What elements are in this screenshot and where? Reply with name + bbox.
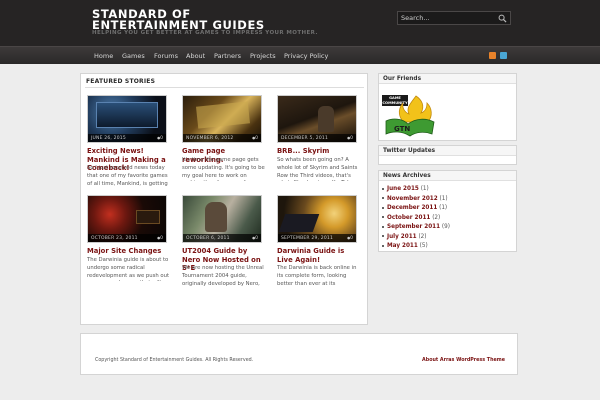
thumbnail-caption-bar: DECEMBER 5, 2011 0 bbox=[278, 134, 356, 142]
featured-stories-heading: FEATURED STORIES bbox=[86, 78, 156, 85]
nav-item-about[interactable]: About bbox=[186, 52, 205, 60]
archive-count: (2) bbox=[418, 233, 427, 240]
archive-link[interactable]: December 2011 bbox=[387, 205, 437, 211]
post-excerpt: So whats been going on? A whole lot of S… bbox=[277, 157, 358, 181]
archive-link[interactable]: November 2012 bbox=[387, 196, 438, 202]
comment-count[interactable]: 0 bbox=[252, 136, 258, 141]
news-archives-heading: News Archives bbox=[379, 171, 516, 181]
thumbnail-caption-bar: OCTOBER 23, 2011 0 bbox=[88, 234, 166, 242]
twitter-icon[interactable] bbox=[500, 52, 507, 59]
archive-count: (2) bbox=[432, 214, 441, 221]
our-friends-widget: Our Friends GAME COMMUNITY GTN bbox=[378, 73, 517, 141]
nav-item-partners[interactable]: Partners bbox=[214, 52, 241, 60]
news-archives-widget: News Archives June 2015 (1) November 201… bbox=[378, 170, 517, 252]
thumbnail-caption-bar: JUNE 26, 2015 0 bbox=[88, 134, 166, 142]
post-date: JUNE 26, 2015 bbox=[91, 136, 126, 141]
post-excerpt: So I just received news today that one o… bbox=[87, 165, 168, 187]
svg-text:GTN: GTN bbox=[394, 125, 410, 133]
archive-item: December 2011 (1) bbox=[382, 204, 450, 214]
divider bbox=[85, 87, 364, 88]
post-thumbnail[interactable]: OCTOBER 6, 2011 0 bbox=[182, 195, 262, 243]
site-footer: Copyright Standard of Entertainment Guid… bbox=[80, 333, 518, 375]
archive-item: June 2015 (1) bbox=[382, 185, 450, 195]
post-title[interactable]: Major Site Changes bbox=[87, 247, 171, 256]
post-excerpt: The Darwinia guide is about to undergo s… bbox=[87, 257, 170, 281]
post-excerpt: The Darwinia is back online in its compl… bbox=[277, 265, 357, 287]
archive-item: September 2011 (9) bbox=[382, 223, 450, 233]
archive-item: May 2011 (5) bbox=[382, 242, 450, 252]
post-date: SEPTEMBER 29, 2011 bbox=[281, 236, 334, 241]
post-thumbnail[interactable]: OCTOBER 23, 2011 0 bbox=[87, 195, 167, 243]
rss-icon[interactable] bbox=[489, 52, 496, 59]
post-title[interactable]: Darwinia Guide is Live Again! bbox=[277, 247, 361, 264]
nav-item-home[interactable]: Home bbox=[94, 52, 113, 60]
post-excerpt: It's time the game page gets some updati… bbox=[182, 157, 265, 181]
flame-emblem-icon: GTN bbox=[385, 95, 435, 137]
archive-list: June 2015 (1) November 2012 (1) December… bbox=[382, 185, 450, 252]
search-input[interactable] bbox=[398, 12, 496, 24]
nav-item-forums[interactable]: Forums bbox=[154, 52, 178, 60]
post-date: OCTOBER 23, 2011 bbox=[91, 236, 138, 241]
main-navigation: Home Games Forums About Partners Project… bbox=[0, 46, 600, 64]
archive-link[interactable]: July 2011 bbox=[387, 234, 417, 240]
post-title[interactable]: BRB... Skyrim bbox=[277, 147, 361, 156]
archive-count: (1) bbox=[439, 205, 448, 211]
search-icon[interactable] bbox=[498, 14, 507, 23]
site-title[interactable]: STANDARD OF ENTERTAINMENT GUIDES bbox=[92, 8, 292, 31]
thumbnail-caption-bar: NOVEMBER 6, 2012 0 bbox=[183, 134, 261, 142]
archive-item: October 2011 (2) bbox=[382, 214, 450, 224]
archive-count: (1) bbox=[439, 195, 448, 202]
post-thumbnail[interactable]: SEPTEMBER 29, 2011 0 bbox=[277, 195, 357, 243]
comment-count[interactable]: 0 bbox=[157, 136, 163, 141]
theme-credit-link[interactable]: About Arras WordPress Theme bbox=[422, 358, 505, 363]
thumbnail-caption-bar: SEPTEMBER 29, 2011 0 bbox=[278, 234, 356, 242]
post-date: NOVEMBER 6, 2012 bbox=[186, 136, 234, 141]
post-date: OCTOBER 6, 2011 bbox=[186, 236, 230, 241]
archive-count: (5) bbox=[419, 243, 428, 249]
twitter-updates-widget: Twitter Updates bbox=[378, 145, 517, 165]
copyright-text: Copyright Standard of Entertainment Guid… bbox=[95, 358, 254, 363]
post-thumbnail[interactable]: JUNE 26, 2015 0 bbox=[87, 95, 167, 143]
search-box bbox=[397, 11, 511, 25]
post-date: DECEMBER 5, 2011 bbox=[281, 136, 329, 141]
archive-item: November 2012 (1) bbox=[382, 195, 450, 205]
archive-count: (1) bbox=[420, 186, 429, 192]
archive-item: July 2011 (2) bbox=[382, 233, 450, 243]
post-thumbnail[interactable]: NOVEMBER 6, 2012 0 bbox=[182, 95, 262, 143]
comment-count[interactable]: 0 bbox=[347, 136, 353, 141]
archive-link[interactable]: October 2011 bbox=[387, 215, 430, 221]
thumbnail-caption-bar: OCTOBER 6, 2011 0 bbox=[183, 234, 261, 242]
site-tagline: HELPING YOU GET BETTER AT GAMES TO IMPRE… bbox=[92, 30, 318, 36]
archive-link[interactable]: May 2011 bbox=[387, 243, 418, 249]
nav-item-privacy-policy[interactable]: Privacy Policy bbox=[284, 52, 328, 60]
nav-item-games[interactable]: Games bbox=[122, 52, 145, 60]
comment-count[interactable]: 0 bbox=[347, 236, 353, 241]
twitter-updates-heading: Twitter Updates bbox=[379, 146, 516, 156]
archive-link[interactable]: September 2011 bbox=[387, 224, 440, 230]
archive-count: (9) bbox=[441, 224, 450, 230]
post-thumbnail[interactable]: DECEMBER 5, 2011 0 bbox=[277, 95, 357, 143]
archive-link[interactable]: June 2015 bbox=[387, 186, 419, 192]
post-excerpt: We are now hosting the Unreal Tournament… bbox=[182, 265, 264, 287]
featured-stories-panel: FEATURED STORIES JUNE 26, 2015 0 Excitin… bbox=[80, 73, 368, 325]
comment-count[interactable]: 0 bbox=[157, 236, 163, 241]
comment-count[interactable]: 0 bbox=[252, 236, 258, 241]
our-friends-heading: Our Friends bbox=[379, 74, 516, 84]
game-community-logo[interactable]: GAME COMMUNITY GTN bbox=[382, 94, 436, 138]
site-header: STANDARD OF ENTERTAINMENT GUIDES HELPING… bbox=[0, 0, 600, 46]
nav-item-projects[interactable]: Projects bbox=[250, 52, 276, 60]
